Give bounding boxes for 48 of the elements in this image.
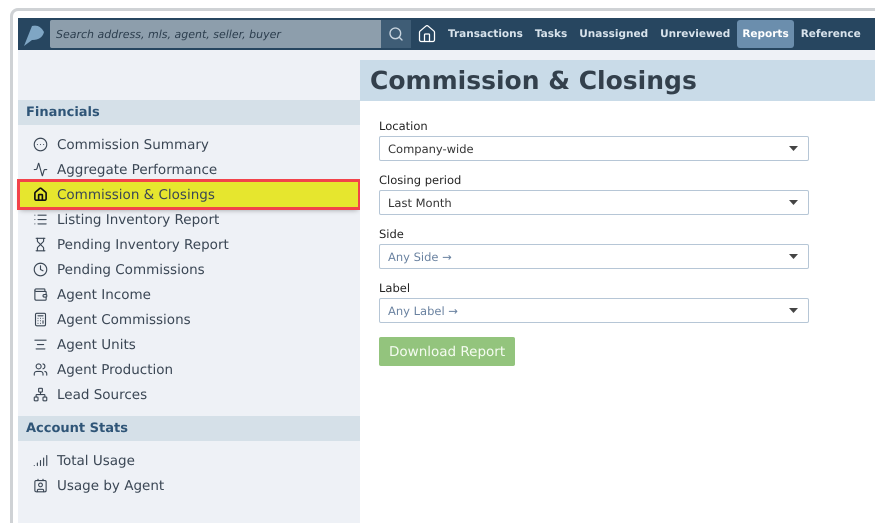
search-icon (388, 26, 404, 42)
people-icon (33, 362, 48, 377)
nav-tab[interactable]: Unreviewed (655, 20, 736, 48)
nav-tab[interactable]: Unassigned (574, 20, 654, 48)
dropdown[interactable]: Last Month (379, 190, 809, 215)
field-label: Side (379, 227, 405, 241)
sidebar-item[interactable]: Pending Commissions (18, 257, 360, 282)
caret-icon (789, 254, 798, 259)
dropdown[interactable]: Company-wide (379, 136, 809, 161)
sidebar-item[interactable]: Commission & Closings (20, 182, 358, 207)
section-title: Financials (18, 100, 360, 125)
nav-tab[interactable]: Transactions (443, 20, 528, 48)
stack-icon (33, 337, 48, 352)
sidebar-item[interactable]: Commission Summary (18, 132, 360, 157)
sidebar-item[interactable]: Agent Income (18, 282, 360, 307)
sidebar-item[interactable]: Usage by Agent (18, 473, 360, 498)
network-icon (33, 387, 48, 402)
calculator-icon (33, 312, 48, 327)
field-label: Location (379, 119, 429, 133)
field-label: Label (379, 281, 412, 295)
list-icon (33, 212, 48, 227)
sidebar-item[interactable]: Listing Inventory Report (18, 207, 360, 232)
hourglass-icon (33, 237, 48, 252)
clock-icon (33, 262, 48, 277)
section-title: Account Stats (18, 416, 360, 441)
dropdown[interactable]: Any Label → (379, 298, 809, 323)
sidebar-item[interactable]: Pending Inventory Report (18, 232, 360, 257)
search-field[interactable]: Search address, mls, agent, seller, buyer (50, 20, 381, 48)
field-label: Closing period (379, 173, 462, 187)
sidebar-item[interactable]: Agent Units (18, 332, 360, 357)
circle-dots-icon (33, 137, 48, 152)
sidebar-item[interactable]: Agent Commissions (18, 307, 360, 332)
caret-icon (789, 308, 798, 313)
search-button[interactable] (381, 20, 411, 48)
caret-icon (789, 146, 798, 151)
sidebar-item[interactable]: Total Usage (18, 448, 360, 473)
nav-tab[interactable]: Reference (796, 20, 866, 48)
sidebar-item[interactable]: Agent Production (18, 357, 360, 382)
pulse-icon (33, 162, 48, 177)
house-icon (33, 187, 48, 202)
dropdown[interactable]: Any Side → (379, 244, 809, 269)
sidebar-item[interactable]: Aggregate Performance (18, 157, 360, 182)
page-title: Commission & Closings (360, 60, 875, 101)
caret-icon (789, 200, 798, 205)
sidebar-item[interactable]: Lead Sources (18, 382, 360, 407)
wallet-icon (33, 287, 48, 302)
nav-tab[interactable]: Tasks (530, 20, 572, 48)
contact-card-icon (33, 478, 48, 493)
